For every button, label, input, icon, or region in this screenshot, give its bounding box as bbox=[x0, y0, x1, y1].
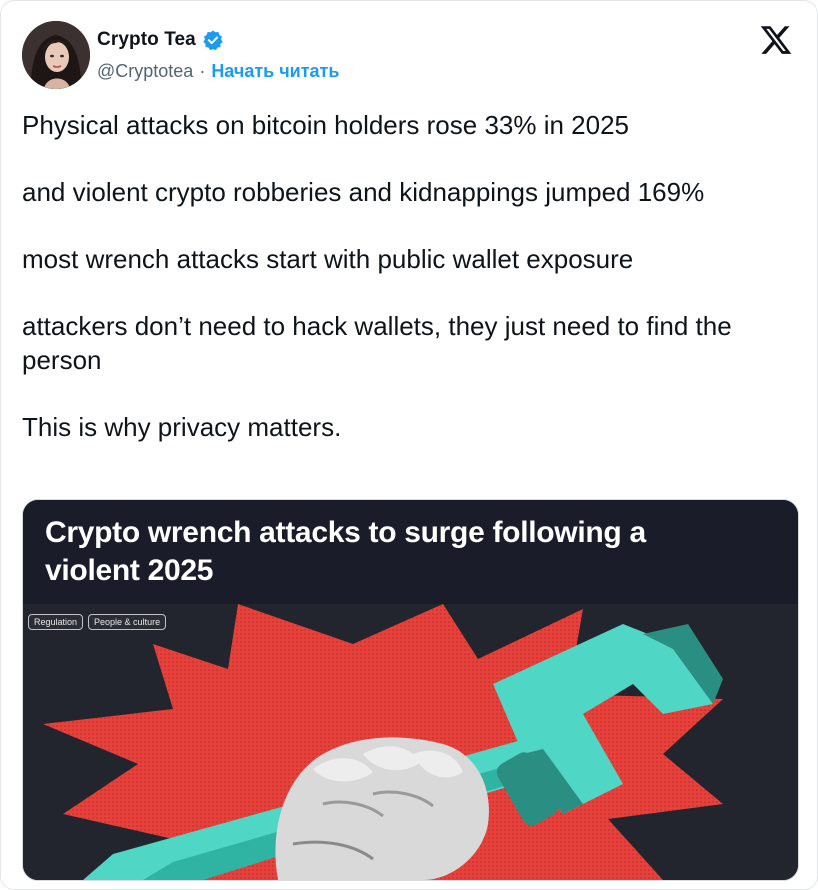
avatar-image bbox=[22, 21, 90, 89]
tweet-paragraph: This is why privacy matters. bbox=[22, 412, 342, 442]
author-name-row: Crypto Tea bbox=[97, 29, 224, 51]
tweet-paragraph: attackers don’t need to hack wallets, th… bbox=[22, 311, 732, 375]
tag-people-culture: People & culture bbox=[88, 614, 167, 630]
tag-regulation: Regulation bbox=[28, 614, 84, 630]
tweet-paragraph: and violent crypto robberies and kidnapp… bbox=[22, 177, 705, 207]
media-header: Crypto wrench attacks to surge following… bbox=[23, 500, 798, 604]
tweet-paragraph: Physical attacks on bitcoin holders rose… bbox=[22, 110, 630, 140]
media-title: Crypto wrench attacks to surge following… bbox=[45, 516, 646, 587]
tweet-paragraph: most wrench attacks start with public wa… bbox=[22, 244, 634, 274]
follow-button[interactable]: Начать читать bbox=[211, 61, 339, 82]
author-handle-row: @Cryptotea · Начать читать bbox=[97, 61, 339, 82]
wrench-illustration bbox=[23, 604, 798, 880]
tweet-card: Crypto Tea @Cryptotea · Начать читать Ph… bbox=[0, 0, 818, 890]
media-image[interactable]: Crypto wrench attacks to surge following… bbox=[22, 499, 799, 881]
separator-dot: · bbox=[199, 61, 206, 81]
x-logo-icon[interactable] bbox=[759, 23, 793, 57]
verified-badge-icon bbox=[202, 29, 224, 51]
author-name[interactable]: Crypto Tea bbox=[97, 29, 196, 51]
avatar[interactable] bbox=[22, 21, 90, 89]
author-handle[interactable]: @Cryptotea bbox=[97, 61, 193, 82]
tag-list: Regulation People & culture bbox=[28, 614, 167, 630]
tweet-text: Physical attacks on bitcoin holders rose… bbox=[22, 108, 802, 444]
